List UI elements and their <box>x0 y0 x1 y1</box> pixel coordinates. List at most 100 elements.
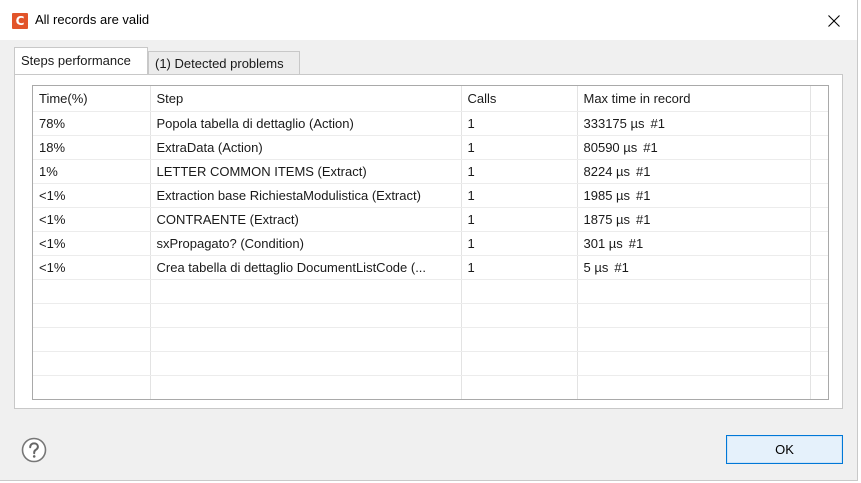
cell-step: Crea tabella di dettaglio DocumentListCo… <box>150 255 462 280</box>
table-row-empty <box>33 351 828 376</box>
cell-step: sxPropagato? (Condition) <box>150 231 462 256</box>
empty-cell <box>33 279 151 304</box>
empty-cell <box>810 327 828 352</box>
empty-cell <box>810 303 828 328</box>
record-number: #1 <box>643 139 658 155</box>
empty-cell <box>461 351 578 376</box>
empty-cell <box>577 375 811 399</box>
close-icon <box>828 15 840 27</box>
empty-cell <box>461 327 578 352</box>
record-number: #1 <box>636 187 651 203</box>
cell-filler <box>810 231 828 256</box>
table-row[interactable]: 1% LETTER COMMON ITEMS (Extract) 1 8224 … <box>33 159 828 184</box>
cell-filler <box>810 207 828 232</box>
cell-filler <box>810 159 828 184</box>
cell-max-time: 1875 µs #1 <box>577 207 811 232</box>
column-header-max-time[interactable]: Max time in record <box>577 86 811 112</box>
cell-calls: 1 <box>461 135 578 160</box>
cell-time: 1% <box>33 159 151 184</box>
empty-cell <box>577 279 811 304</box>
app-logo-icon: C <box>12 13 28 29</box>
column-header-step[interactable]: Step <box>150 86 462 112</box>
close-button[interactable] <box>821 8 847 34</box>
max-time-value: 333175 µs <box>583 115 645 131</box>
max-time-value: 5 µs <box>583 259 609 275</box>
empty-cell <box>461 279 578 304</box>
table-row[interactable]: 18% ExtraData (Action) 1 80590 µs #1 <box>33 135 828 160</box>
record-number: #1 <box>636 163 651 179</box>
max-time-value: 8224 µs <box>583 163 631 179</box>
cell-max-time: 8224 µs #1 <box>577 159 811 184</box>
cell-time: 78% <box>33 111 151 136</box>
max-time-value: 1985 µs <box>583 187 631 203</box>
cell-max-time: 333175 µs #1 <box>577 111 811 136</box>
cell-step: CONTRAENTE (Extract) <box>150 207 462 232</box>
cell-calls: 1 <box>461 159 578 184</box>
cell-time: <1% <box>33 207 151 232</box>
table-row[interactable]: <1% Extraction base RichiestaModulistica… <box>33 183 828 208</box>
table-row-empty <box>33 375 828 399</box>
cell-time: 18% <box>33 135 151 160</box>
empty-cell <box>33 303 151 328</box>
record-number: #1 <box>636 211 651 227</box>
empty-cell <box>810 351 828 376</box>
column-header-time[interactable]: Time(%) <box>33 86 151 112</box>
empty-cell <box>810 375 828 399</box>
table-header-row: Time(%) Step Calls Max time in record <box>33 86 828 112</box>
empty-cell <box>33 327 151 352</box>
dialog-window: C All records are valid Steps performanc… <box>0 0 858 481</box>
empty-cell <box>577 303 811 328</box>
window-title: All records are valid <box>35 12 150 27</box>
table-row-empty <box>33 279 828 304</box>
cell-calls: 1 <box>461 231 578 256</box>
cell-step: LETTER COMMON ITEMS (Extract) <box>150 159 462 184</box>
cell-step: Popola tabella di dettaglio (Action) <box>150 111 462 136</box>
steps-table[interactable]: Time(%) Step Calls Max time in record 78… <box>32 85 829 400</box>
cell-filler <box>810 255 828 280</box>
empty-cell <box>150 351 462 376</box>
max-time-value: 1875 µs <box>583 211 631 227</box>
empty-cell <box>150 279 462 304</box>
cell-step: ExtraData (Action) <box>150 135 462 160</box>
cell-max-time: 80590 µs #1 <box>577 135 811 160</box>
empty-cell <box>150 327 462 352</box>
help-icon[interactable] <box>21 437 47 463</box>
tab-steps-performance[interactable]: Steps performance <box>14 47 148 74</box>
empty-cell <box>577 351 811 376</box>
record-number: #1 <box>650 115 665 131</box>
cell-time: <1% <box>33 231 151 256</box>
empty-cell <box>150 303 462 328</box>
cell-max-time: 301 µs #1 <box>577 231 811 256</box>
table-row[interactable]: <1% sxPropagato? (Condition) 1 301 µs #1 <box>33 231 828 256</box>
empty-cell <box>461 375 578 399</box>
max-time-value: 301 µs <box>583 235 623 251</box>
empty-cell <box>810 279 828 304</box>
cell-time: <1% <box>33 255 151 280</box>
table-row-empty <box>33 327 828 352</box>
cell-calls: 1 <box>461 111 578 136</box>
cell-filler <box>810 135 828 160</box>
cell-step: Extraction base RichiestaModulistica (Ex… <box>150 183 462 208</box>
title-bar: C All records are valid <box>0 0 857 40</box>
empty-cell <box>33 375 151 399</box>
cell-filler <box>810 111 828 136</box>
empty-cell <box>461 303 578 328</box>
empty-cell <box>150 375 462 399</box>
cell-calls: 1 <box>461 183 578 208</box>
cell-calls: 1 <box>461 255 578 280</box>
cell-max-time: 5 µs #1 <box>577 255 811 280</box>
ok-button[interactable]: OK <box>726 435 843 464</box>
column-header-calls[interactable]: Calls <box>461 86 578 112</box>
max-time-value: 80590 µs <box>583 139 638 155</box>
table-row[interactable]: <1% Crea tabella di dettaglio DocumentLi… <box>33 255 828 280</box>
tab-detected-problems[interactable]: (1) Detected problems <box>148 51 300 74</box>
cell-filler <box>810 183 828 208</box>
cell-calls: 1 <box>461 207 578 232</box>
empty-cell <box>33 351 151 376</box>
record-number: #1 <box>628 235 644 251</box>
table-row[interactable]: <1% CONTRAENTE (Extract) 1 1875 µs #1 <box>33 207 828 232</box>
record-number: #1 <box>614 259 629 275</box>
table-row[interactable]: 78% Popola tabella di dettaglio (Action)… <box>33 111 828 136</box>
cell-max-time: 1985 µs #1 <box>577 183 811 208</box>
empty-cell <box>577 327 811 352</box>
